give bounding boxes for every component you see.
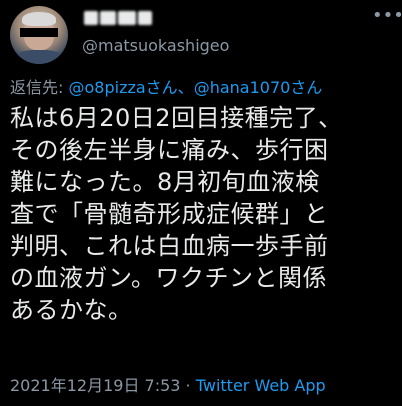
more-horizontal-icon[interactable]: ••• [372,7,402,25]
avatar-hair [22,12,56,26]
mention-joiner: さん、 [145,78,194,97]
author-handle[interactable]: @matsuokashigeo [82,36,229,55]
reply-to-line: 返信先: @o8pizzaさん、@hana1070さん [10,74,322,98]
tweet-text-line: 判明、これは白血病一歩手前 [10,232,329,260]
mention-suffix: さん [290,78,323,97]
tweet-text-line: 私は6月20日2回目接種完了、 [10,104,343,132]
tweet-text-line: その後左半身に痛み、歩行困 [10,136,329,164]
profile-avatar[interactable] [10,6,68,64]
tweet-text-line: あるかな。 [10,296,133,324]
tweet-text-line: 難になった。8月初旬血液検 [10,168,320,196]
tweet-text: 私は6月20日2回目接種完了、 その後左半身に痛み、歩行困 難になった。8月初旬… [10,102,394,326]
reply-prefix: 返信先: [10,78,64,97]
avatar-censor-bar [20,28,58,37]
tweet-source-app[interactable]: Twitter Web App [196,376,326,395]
meta-separator: · [180,376,196,395]
mention-link-o8pizza[interactable]: @o8pizza [69,78,146,97]
avatar-shirt [14,50,64,64]
tweet-timestamp[interactable]: 2021年12月19日 7:53 [10,376,180,395]
tweet-meta: 2021年12月19日 7:53 · Twitter Web App [10,372,326,396]
tweet-text-line: の血液ガン。ワクチンと関係 [10,264,328,292]
author-display-name-redacted[interactable] [84,8,164,28]
tweet-text-line: 査で「骨髄奇形成症候群」と [10,200,329,228]
mention-link-hana1070[interactable]: @hana1070 [194,78,291,97]
tweet: @matsuokashigeo ••• 返信先: @o8pizzaさん、@han… [0,0,402,406]
